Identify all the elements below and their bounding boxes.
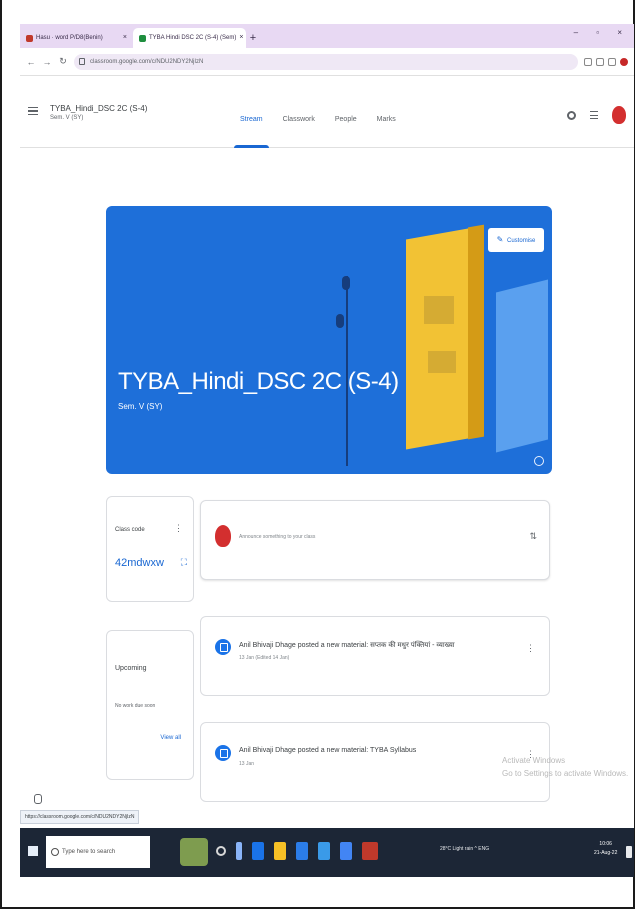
more-vert-icon[interactable]: ⋮ — [526, 643, 535, 654]
task-view-icon[interactable] — [236, 842, 242, 860]
announce-box[interactable]: Announce something to your class ⇅ — [200, 500, 550, 580]
word-icon[interactable] — [340, 842, 352, 860]
repost-icon[interactable]: ⇅ — [529, 531, 537, 542]
browser-tab-2[interactable]: TYBA Hindi DSC 2C (S-4) (Sem) × — [133, 28, 246, 48]
taskbar-search-input[interactable]: Type here to search — [46, 836, 150, 868]
tab-title: TYBA Hindi DSC 2C (S-4) (Sem) — [149, 35, 237, 41]
banner-illustration-book — [406, 228, 468, 450]
system-tray[interactable]: 28°C Light rain ^ ENG — [440, 846, 489, 852]
extension-icons — [584, 57, 628, 66]
customise-button[interactable]: ✎ Customise — [488, 228, 544, 252]
address-bar: ← → ↻ classroom.google.com/c/NDU2NDY2NjI… — [20, 48, 634, 76]
view-all-link[interactable]: View all — [160, 735, 181, 741]
banner-illustration-page — [424, 296, 454, 324]
class-banner: ✎ Customise TYBA_Hindi_DSC 2C (S-4) Sem.… — [106, 206, 552, 474]
upcoming-empty-text: No work due soon — [115, 703, 156, 709]
stream-post[interactable]: Anil Bhivaji Dhage posted a new material… — [200, 722, 550, 802]
pencil-icon: ✎ — [496, 235, 504, 244]
tab-people[interactable]: People — [325, 100, 367, 148]
user-avatar — [215, 525, 231, 547]
tab-favicon — [139, 34, 146, 42]
tab-classwork[interactable]: Classwork — [273, 100, 325, 148]
watermark-line-2: Go to Settings to activate Windows. — [502, 769, 629, 778]
new-tab-button[interactable]: + — [246, 28, 260, 48]
tab-close-icon[interactable]: × — [123, 28, 127, 48]
banner-illustration-page — [428, 351, 456, 373]
profile-icon[interactable] — [620, 57, 628, 66]
class-nav-tabs: Stream Classwork People Marks — [230, 100, 406, 148]
class-code-label: Class code — [115, 527, 145, 533]
star-icon[interactable] — [596, 57, 604, 66]
url-text: classroom.google.com/c/NDU2NDY2NjIzN — [90, 58, 204, 65]
help-icon[interactable] — [34, 794, 42, 804]
file-explorer-icon[interactable] — [274, 842, 286, 860]
customise-label: Customise — [507, 238, 536, 244]
post-title[interactable]: Anil Bhivaji Dhage posted a new material… — [239, 641, 455, 650]
back-arrow-icon[interactable]: ← — [26, 57, 36, 67]
more-vert-icon[interactable]: ⋮ — [174, 523, 183, 534]
sidebar-icon[interactable] — [608, 57, 616, 66]
class-subtitle: Sem. V (SY) — [50, 115, 84, 121]
taskbar-apps — [216, 842, 378, 860]
main-menu-icon[interactable] — [28, 107, 38, 115]
post-date: 13 Jan — [239, 761, 255, 767]
notification-icon[interactable] — [626, 846, 632, 858]
account-avatar[interactable] — [612, 106, 626, 124]
chrome-icon[interactable] — [362, 842, 378, 860]
edge-icon[interactable] — [252, 842, 264, 860]
url-field[interactable]: classroom.google.com/c/NDU2NDY2NjIzN — [74, 53, 578, 70]
tab-favicon — [26, 34, 33, 42]
cortana-icon[interactable] — [216, 846, 226, 856]
watermark-line-1: Activate Windows — [502, 756, 566, 765]
tab-title: Hasu · word P/D8(Benin) — [36, 35, 103, 41]
banner-illustration-earbud — [336, 314, 344, 328]
share-icon[interactable] — [584, 57, 592, 66]
status-bar-url: https://classroom.google.com/c/NDU2NDY2N… — [20, 810, 140, 824]
banner-illustration-book-spine — [468, 224, 484, 440]
class-title[interactable]: TYBA_Hindi_DSC 2C (S-4) — [50, 104, 147, 113]
classroom-header: TYBA_Hindi_DSC 2C (S-4) Sem. V (SY) Stre… — [20, 76, 634, 148]
tab-strip: Hasu · word P/D8(Benin) × TYBA Hindi DSC… — [20, 24, 634, 48]
class-code-card: Class code ⋮ 42mdwxw ⛶ — [106, 496, 194, 602]
activate-windows-watermark: Activate Windows Go to Settings to activ… — [502, 754, 628, 780]
store-icon[interactable] — [318, 842, 330, 860]
apps-icon[interactable] — [590, 111, 598, 119]
material-icon — [215, 745, 231, 761]
course-section: Sem. V (SY) — [118, 402, 163, 411]
window-controls[interactable]: – ▫ × — [574, 28, 630, 37]
header-actions — [567, 106, 626, 124]
tab-close-icon[interactable]: × — [239, 28, 243, 48]
upcoming-card: Upcoming No work due soon View all — [106, 630, 194, 780]
forward-arrow-icon[interactable]: → — [42, 57, 52, 67]
lock-icon — [79, 57, 85, 65]
tab-marks[interactable]: Marks — [367, 100, 406, 148]
upcoming-label: Upcoming — [115, 665, 147, 672]
clock-date: 21-Aug-22 — [594, 850, 618, 856]
windows-taskbar: Type here to search 28°C Light rain ^ EN… — [20, 828, 634, 877]
browser-tab-1[interactable]: Hasu · word P/D8(Benin) × — [20, 28, 133, 48]
stream-post[interactable]: Anil Bhivaji Dhage posted a new material… — [200, 616, 550, 696]
windows-start-icon[interactable] — [28, 846, 38, 856]
taskbar-clock[interactable]: 10:06 21-Aug-22 — [594, 840, 617, 858]
settings-icon[interactable] — [567, 110, 576, 120]
post-title[interactable]: Anil Bhivaji Dhage posted a new material… — [239, 747, 416, 754]
banner-illustration-earbud — [342, 276, 350, 290]
mail-icon[interactable] — [296, 842, 308, 860]
course-name: TYBA_Hindi_DSC 2C (S-4) — [118, 368, 399, 395]
post-date: 13 Jan (Edited 14 Jan) — [239, 655, 290, 661]
announce-placeholder[interactable]: Announce something to your class — [239, 534, 315, 540]
tab-stream[interactable]: Stream — [230, 100, 273, 148]
class-code-value: 42mdwxw — [115, 557, 164, 569]
clock-time: 10:06 — [599, 841, 612, 847]
reload-icon[interactable]: ↻ — [58, 56, 68, 67]
fullscreen-icon[interactable]: ⛶ — [181, 557, 187, 568]
weather-widget-icon[interactable] — [180, 838, 208, 866]
browser-window: Hasu · word P/D8(Benin) × TYBA Hindi DSC… — [20, 24, 634, 877]
material-icon — [215, 639, 231, 655]
banner-illustration-paper — [496, 279, 548, 453]
info-icon[interactable] — [534, 456, 544, 466]
